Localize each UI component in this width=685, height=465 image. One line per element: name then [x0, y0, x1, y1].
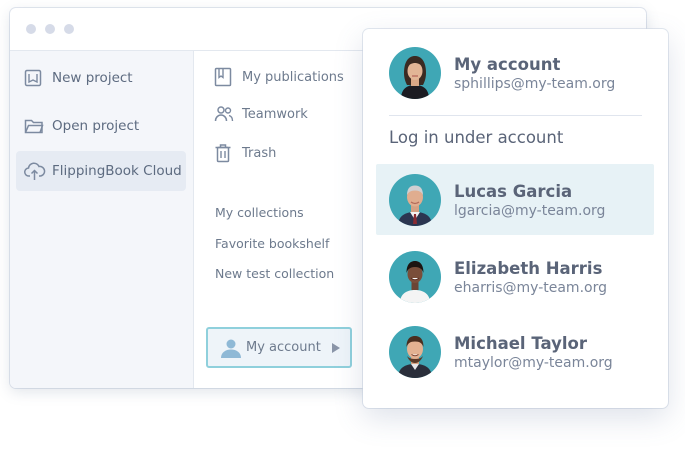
- play-right-icon: [332, 338, 340, 357]
- nav-item-my-publications[interactable]: My publications: [214, 67, 344, 87]
- collection-new-test-collection[interactable]: New test collection: [215, 266, 334, 281]
- avatar: [389, 251, 441, 303]
- sidebar-item-label: FlippingBook Cloud: [52, 163, 182, 179]
- sidebar-item-flippingbook-cloud[interactable]: FlippingBook Cloud: [16, 151, 186, 191]
- account-email: eharris@my-team.org: [454, 279, 607, 296]
- account-popup: My account sphillips@my-team.org Log in …: [363, 29, 668, 408]
- nav-item-label: Trash: [242, 145, 277, 161]
- people-icon: [214, 105, 242, 123]
- publications-icon: [214, 67, 242, 87]
- divider: [389, 115, 642, 116]
- nav-item-trash[interactable]: Trash: [214, 143, 276, 163]
- avatar: [389, 47, 441, 99]
- account-email: lgarcia@my-team.org: [454, 202, 606, 219]
- window-dot-1[interactable]: [26, 24, 36, 34]
- account-name: Lucas Garcia: [454, 181, 573, 201]
- user-icon: [220, 338, 246, 358]
- collection-favorite-bookshelf[interactable]: Favorite bookshelf: [215, 236, 329, 251]
- sidebar-item-new-project[interactable]: New project: [16, 59, 186, 97]
- window-dot-2[interactable]: [45, 24, 55, 34]
- sidebar-item-label: Open project: [52, 118, 140, 134]
- avatar: [389, 174, 441, 226]
- window-dot-3[interactable]: [64, 24, 74, 34]
- sidebar: New project Open project FlippingBook Cl…: [10, 51, 194, 388]
- nav-item-label: My publications: [242, 69, 344, 85]
- account-name: Michael Taylor: [454, 333, 587, 353]
- sidebar-item-open-project[interactable]: Open project: [16, 107, 186, 145]
- cloud-upload-icon: [24, 161, 52, 181]
- sidebar-item-label: New project: [52, 70, 133, 86]
- popup-pointer: [353, 342, 363, 360]
- account-name: Elizabeth Harris: [454, 258, 603, 278]
- account-item-elizabeth-harris[interactable]: Elizabeth Harris eharris@my-team.org: [389, 251, 607, 303]
- account-name: My account: [454, 54, 561, 74]
- folder-icon: [24, 117, 52, 135]
- nav-item-teamwork[interactable]: Teamwork: [214, 105, 308, 123]
- nav-item-label: Teamwork: [242, 106, 308, 122]
- account-item-lucas-garcia[interactable]: Lucas Garcia lgarcia@my-team.org: [389, 174, 605, 226]
- current-account[interactable]: My account sphillips@my-team.org: [389, 47, 615, 99]
- login-under-heading: Log in under account: [389, 128, 564, 147]
- account-email: mtaylor@my-team.org: [454, 354, 613, 371]
- new-project-icon: [24, 69, 52, 87]
- collection-my-collections[interactable]: My collections: [215, 205, 304, 220]
- account-email: sphillips@my-team.org: [454, 75, 616, 92]
- trash-icon: [214, 143, 242, 163]
- my-account-label: My account: [246, 340, 321, 355]
- avatar: [389, 326, 441, 378]
- account-item-michael-taylor[interactable]: Michael Taylor mtaylor@my-team.org: [389, 326, 613, 378]
- my-account-button[interactable]: My account: [206, 327, 352, 368]
